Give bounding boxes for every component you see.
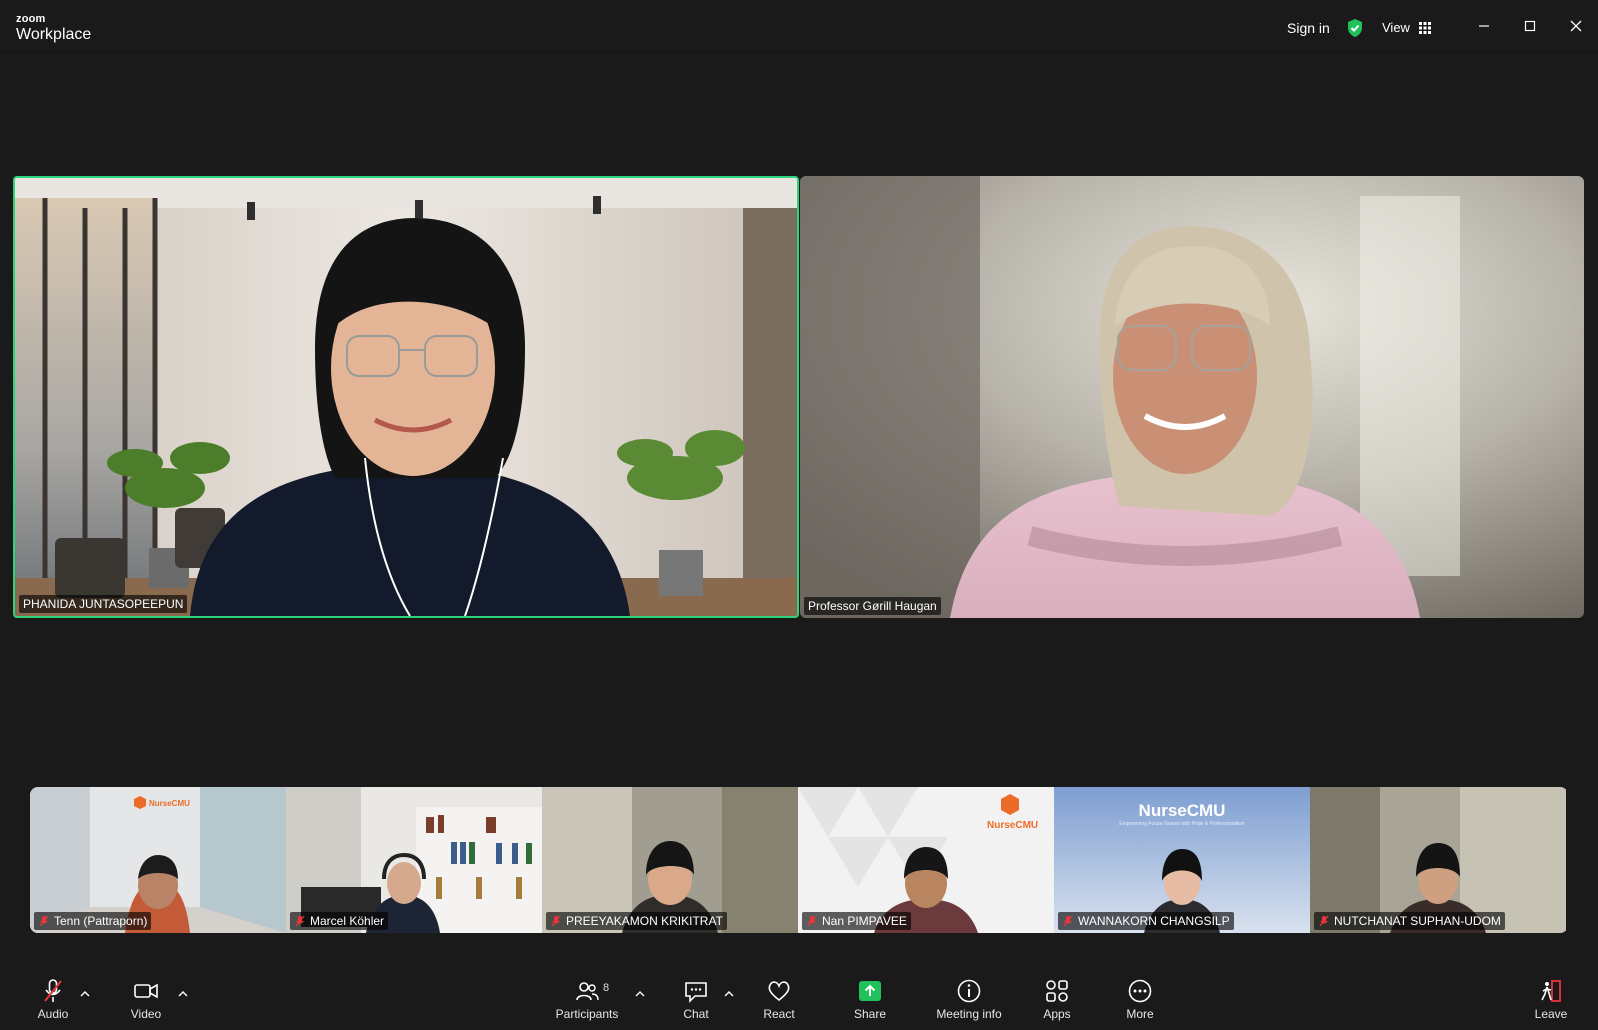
mic-muted-icon bbox=[39, 915, 49, 927]
share-screen-icon bbox=[859, 981, 881, 1001]
video-tile-gallery[interactable]: NurseCMU Tenn (Pattraporn) bbox=[30, 787, 286, 933]
video-button[interactable]: Video bbox=[101, 978, 191, 1021]
video-stage: PHANIDA JUNTASOPEEPUN Professor Gørill H… bbox=[0, 52, 1598, 974]
video-tile-gallery[interactable]: Marcel Köhler bbox=[286, 787, 542, 933]
audio-label: Audio bbox=[37, 1007, 69, 1021]
share-screen-button[interactable]: Share bbox=[825, 978, 915, 1021]
video-feed-blurred-room bbox=[800, 176, 1584, 618]
participants-options-chevron-icon[interactable] bbox=[634, 986, 646, 997]
video-options-chevron-icon[interactable] bbox=[177, 986, 189, 997]
video-tile-gallery[interactable]: PREEYAKAMON KRIKITRAT bbox=[542, 787, 798, 933]
title-bar: zoom Workplace Sign in View bbox=[0, 0, 1598, 52]
more-icon bbox=[1128, 979, 1152, 1003]
video-label: Video bbox=[130, 1007, 162, 1021]
video-tile-gallery[interactable]: NurseCMU Nan PIMPAVEE bbox=[798, 787, 1054, 933]
view-button[interactable]: View bbox=[1382, 20, 1432, 35]
participant-name-tag: Professor Gørill Haugan bbox=[804, 597, 941, 615]
participant-name: Nan PIMPAVEE bbox=[822, 914, 907, 928]
participants-label: Participants bbox=[555, 1007, 619, 1021]
participants-icon bbox=[576, 982, 599, 1001]
participant-name-tag: Nan PIMPAVEE bbox=[802, 912, 911, 930]
participant-name-tag: NUTCHANAT SUPHAN-UDOM bbox=[1314, 912, 1505, 930]
chat-label: Chat bbox=[683, 1007, 709, 1021]
more-button[interactable]: More bbox=[1095, 978, 1185, 1021]
participant-name-tag: WANNAKORN CHANGSILP bbox=[1058, 912, 1234, 930]
minimize-icon[interactable] bbox=[1474, 16, 1494, 36]
mic-muted-icon bbox=[807, 915, 817, 927]
video-tile-gallery[interactable]: NurseCMU Empowering Future Nurses with P… bbox=[1054, 787, 1310, 933]
mic-muted-icon bbox=[1063, 915, 1073, 927]
leave-label: Leave bbox=[1534, 1007, 1568, 1021]
participant-name-tag: PREEYAKAMON KRIKITRAT bbox=[546, 912, 727, 930]
video-tile-guest[interactable]: Professor Gørill Haugan bbox=[800, 176, 1584, 618]
sign-in-link[interactable]: Sign in bbox=[1287, 20, 1330, 36]
apps-label: Apps bbox=[1043, 1007, 1071, 1021]
heart-icon bbox=[768, 981, 790, 1002]
gallery-strip: NurseCMU Tenn (Pattraporn) Marcel Köhler… bbox=[30, 787, 1568, 933]
participant-count: 8 bbox=[603, 982, 610, 994]
leave-door-icon bbox=[1541, 980, 1561, 1002]
participant-name-tag: Tenn (Pattraporn) bbox=[34, 912, 152, 930]
video-tile-speaker[interactable]: PHANIDA JUNTASOPEEPUN bbox=[13, 176, 799, 618]
participant-name: Professor Gørill Haugan bbox=[808, 599, 937, 613]
chat-bubble-icon bbox=[685, 982, 707, 1003]
participant-name-tag: PHANIDA JUNTASOPEEPUN bbox=[19, 595, 188, 613]
banner-subtitle: Empowering Future Nurses with Pride & Pr… bbox=[1119, 821, 1245, 827]
participant-name-tag: Marcel Köhler bbox=[290, 912, 389, 930]
meeting-info-button[interactable]: Meeting info bbox=[924, 978, 1014, 1021]
brand-small: zoom bbox=[16, 13, 46, 25]
share-label: Share bbox=[853, 1007, 887, 1021]
maximize-icon[interactable] bbox=[1520, 16, 1540, 36]
mic-muted-icon bbox=[551, 915, 561, 927]
grid-icon bbox=[1418, 21, 1431, 34]
video-tile-gallery[interactable]: NUTCHANAT SUPHAN-UDOM bbox=[1310, 787, 1566, 933]
encryption-shield-icon[interactable] bbox=[1345, 18, 1365, 38]
app-logo: zoom Workplace bbox=[16, 14, 91, 43]
nursecmu-logo-text: NurseCMU bbox=[149, 799, 190, 808]
participant-name: NUTCHANAT SUPHAN-UDOM bbox=[1334, 914, 1501, 928]
nursecmu-logo-text: NurseCMU bbox=[987, 820, 1039, 831]
mic-muted-icon bbox=[295, 915, 305, 927]
participant-name: PHANIDA JUNTASOPEEPUN bbox=[23, 597, 184, 611]
mic-muted-icon bbox=[44, 979, 62, 1002]
apps-icon bbox=[1046, 980, 1068, 1002]
chat-button[interactable]: Chat bbox=[651, 978, 741, 1021]
participant-name: Tenn (Pattraporn) bbox=[54, 914, 148, 928]
banner-title: NurseCMU bbox=[1138, 801, 1226, 820]
participants-button[interactable]: Participants bbox=[542, 978, 632, 1021]
leave-button[interactable]: Leave bbox=[1506, 978, 1596, 1021]
video-feed-office bbox=[15, 178, 797, 616]
mic-muted-icon bbox=[1319, 915, 1329, 927]
audio-button[interactable]: Audio bbox=[8, 978, 98, 1021]
participant-name: Marcel Köhler bbox=[310, 914, 385, 928]
video-camera-icon bbox=[134, 983, 158, 999]
view-label: View bbox=[1382, 20, 1410, 35]
close-icon[interactable] bbox=[1566, 16, 1586, 36]
audio-options-chevron-icon[interactable] bbox=[79, 986, 91, 997]
react-label: React bbox=[763, 1007, 795, 1021]
more-label: More bbox=[1126, 1007, 1154, 1021]
brand-name: Workplace bbox=[16, 26, 92, 43]
info-icon bbox=[957, 979, 981, 1003]
meeting-info-label: Meeting info bbox=[936, 1007, 1002, 1021]
apps-button[interactable]: Apps bbox=[1012, 978, 1102, 1021]
react-button[interactable]: React bbox=[734, 978, 824, 1021]
participant-name: PREEYAKAMON KRIKITRAT bbox=[566, 914, 723, 928]
meeting-toolbar: Audio Video Participants 8 Chat React Sh… bbox=[0, 974, 1598, 1030]
participant-name: WANNAKORN CHANGSILP bbox=[1078, 914, 1230, 928]
